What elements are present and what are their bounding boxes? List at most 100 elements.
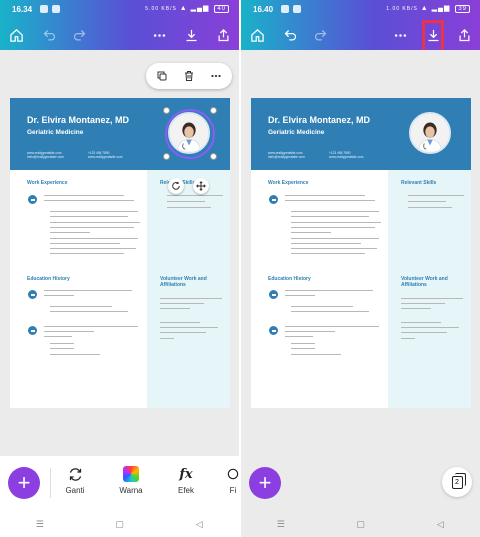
contact-left[interactable]: www.reallygreatsite.com hello@reallygrea… — [268, 151, 305, 159]
home-nav-button[interactable]: ▢ — [80, 511, 160, 537]
more-icon — [394, 33, 406, 37]
text-line — [291, 343, 315, 345]
text-line — [44, 295, 74, 297]
text-line — [50, 248, 136, 250]
android-nav-bar: ☰ ▢ ◁ — [241, 511, 480, 537]
undo-button[interactable] — [38, 24, 60, 46]
resume-sidebar — [147, 170, 230, 408]
contact-right[interactable]: +123 456 7890 www.reallygreatsite.com — [88, 151, 122, 159]
contact-right[interactable]: +123 456 7890 www.reallygreatsite.com — [329, 151, 363, 159]
tool-replace[interactable]: Ganti — [53, 464, 97, 495]
resize-handle[interactable] — [210, 107, 217, 114]
recents-button[interactable]: ☰ — [241, 511, 321, 537]
editor-header: 16.34 5.00 KB/S ▲ ▂▄▆ 40 — [0, 0, 239, 50]
resume-name[interactable]: Dr. Elvira Montanez, MD — [27, 115, 129, 125]
delete-button[interactable] — [180, 67, 198, 85]
tool-label: Ganti — [65, 486, 85, 495]
profile-photo[interactable] — [409, 112, 451, 154]
element-more-button[interactable] — [207, 67, 225, 85]
text-line — [50, 238, 138, 240]
text-line — [291, 227, 375, 229]
resume-specialty[interactable]: Geriatric Medicine — [27, 129, 83, 136]
resize-handle[interactable] — [163, 107, 170, 114]
redo-button[interactable] — [309, 24, 331, 46]
move-icon — [196, 181, 206, 191]
text-line — [291, 222, 381, 224]
tool-effects[interactable]: fx Efek — [164, 464, 208, 496]
text-line — [44, 290, 132, 292]
toolbar-divider — [50, 468, 51, 498]
contact-website-2: www.reallygreatsite.com — [329, 155, 364, 159]
share-button[interactable] — [212, 24, 234, 46]
download-icon — [186, 29, 196, 41]
text-line — [401, 332, 447, 334]
back-button[interactable]: ◁ — [400, 511, 480, 537]
text-line — [291, 243, 361, 245]
back-button[interactable]: ◁ — [159, 511, 239, 537]
screenshot-comparison: 16.34 5.00 KB/S ▲ ▂▄▆ 40 Dr. Elvira Mont… — [0, 0, 480, 537]
text-line — [50, 222, 140, 224]
text-line — [50, 243, 120, 245]
text-line — [285, 336, 313, 338]
selection-outline[interactable] — [165, 109, 215, 159]
undo-icon — [284, 29, 296, 40]
move-button[interactable] — [193, 178, 209, 194]
home-nav-button[interactable]: ▢ — [321, 511, 401, 537]
redo-icon — [73, 29, 85, 40]
add-element-button[interactable]: + — [8, 467, 40, 499]
element-context-menu — [146, 63, 232, 89]
text-line — [291, 311, 369, 313]
text-line — [401, 298, 463, 300]
duplicate-button[interactable] — [153, 67, 171, 85]
tool-color[interactable]: Warna — [109, 464, 153, 495]
resume-page[interactable]: Dr. Elvira Montanez, MD Geriatric Medici… — [251, 98, 471, 408]
section-volunteer[interactable]: Volunteer Work and Affiliations — [160, 276, 224, 288]
briefcase-icon — [269, 195, 278, 204]
section-skills[interactable]: Relevant Skills — [401, 180, 436, 186]
bottom-toolbar: + 2 — [241, 456, 480, 511]
section-work[interactable]: Work Experience — [27, 180, 67, 186]
rotate-button[interactable] — [168, 178, 184, 194]
contact-website-2: www.reallygreatsite.com — [88, 155, 123, 159]
resize-handle[interactable] — [163, 153, 170, 160]
add-element-button[interactable]: + — [249, 467, 281, 499]
home-button[interactable] — [5, 24, 27, 46]
left-screen: 16.34 5.00 KB/S ▲ ▂▄▆ 40 Dr. Elvira Mont… — [0, 0, 239, 537]
rotate-icon — [172, 181, 180, 190]
text-line — [160, 303, 204, 305]
resume-name[interactable]: Dr. Elvira Montanez, MD — [268, 115, 370, 125]
download-button[interactable] — [180, 24, 202, 46]
text-line — [401, 303, 445, 305]
undo-button[interactable] — [279, 24, 301, 46]
pages-icon: 2 — [451, 472, 466, 489]
section-education[interactable]: Education History — [268, 276, 311, 282]
contact-left[interactable]: www.reallygreatsite.com hello@reallygrea… — [27, 151, 64, 159]
editor-toolbar — [241, 22, 480, 48]
text-line — [44, 331, 94, 333]
recents-button[interactable]: ☰ — [0, 511, 80, 537]
text-line — [291, 238, 379, 240]
pages-button[interactable]: 2 — [442, 467, 472, 497]
more-options-button[interactable] — [148, 24, 170, 46]
text-line — [50, 253, 124, 255]
graduation-icon — [28, 290, 37, 299]
redo-button[interactable] — [68, 24, 90, 46]
text-line — [44, 200, 134, 202]
status-bar: 16.34 5.00 KB/S ▲ ▂▄▆ 40 — [0, 0, 239, 18]
text-line — [167, 201, 205, 203]
more-options-button[interactable] — [389, 24, 411, 46]
more-icon — [211, 74, 221, 78]
share-button[interactable] — [453, 24, 475, 46]
resume-specialty[interactable]: Geriatric Medicine — [268, 129, 324, 136]
text-line — [44, 195, 124, 197]
section-volunteer[interactable]: Volunteer Work and Affiliations — [401, 276, 465, 288]
section-education[interactable]: Education History — [27, 276, 70, 282]
undo-icon — [43, 29, 55, 40]
resize-handle[interactable] — [210, 153, 217, 160]
section-work[interactable]: Work Experience — [268, 180, 308, 186]
text-line — [50, 211, 138, 213]
home-button[interactable] — [246, 24, 268, 46]
trash-icon — [185, 71, 193, 81]
text-line — [291, 253, 365, 255]
tool-filter[interactable]: Fi — [218, 464, 239, 495]
